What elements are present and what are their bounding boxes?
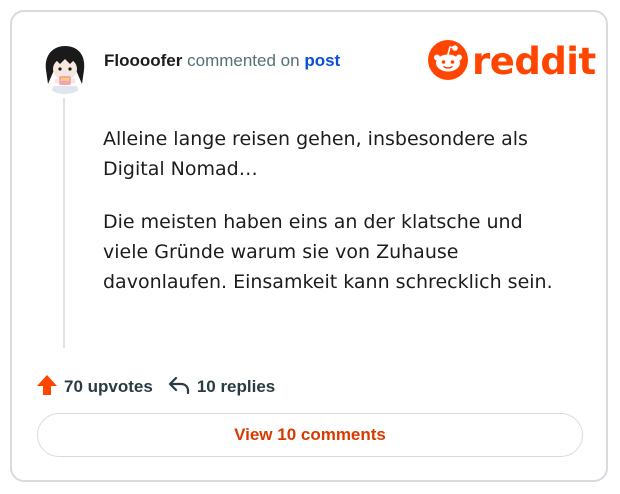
upvote-group[interactable]: 70 upvotes: [36, 374, 153, 401]
comment-paragraph: Die meisten haben eins an der klatsche u…: [103, 211, 553, 293]
comment-paragraph: Alleine lange reisen gehen, insbesondere…: [103, 128, 528, 180]
view-comments-button[interactable]: View 10 comments: [37, 413, 583, 457]
reddit-snoo-icon: [428, 39, 468, 85]
reddit-logo[interactable]: reddit: [428, 39, 596, 85]
thread-line: [63, 98, 65, 348]
reddit-wordmark: reddit: [472, 40, 596, 83]
reply-count: 10 replies: [196, 377, 276, 396]
post-link[interactable]: post: [304, 51, 340, 70]
comment-header: Floooofer commented on post: [104, 50, 340, 72]
comment-stats: 70 upvotes 10 replies: [36, 374, 289, 400]
username[interactable]: Floooofer: [104, 51, 182, 70]
comment-body: Alleine lange reisen gehen, insbesondere…: [103, 124, 573, 320]
avatar[interactable]: [38, 40, 92, 94]
upvote-count: 70 upvotes: [64, 377, 153, 396]
comment-card: Floooofer commented on post reddit Allei…: [10, 10, 608, 482]
replies-group[interactable]: 10 replies: [167, 374, 275, 401]
action-text: commented on: [187, 51, 300, 70]
upvote-arrow-icon[interactable]: [36, 374, 58, 401]
reply-arrow-icon[interactable]: [167, 374, 191, 401]
